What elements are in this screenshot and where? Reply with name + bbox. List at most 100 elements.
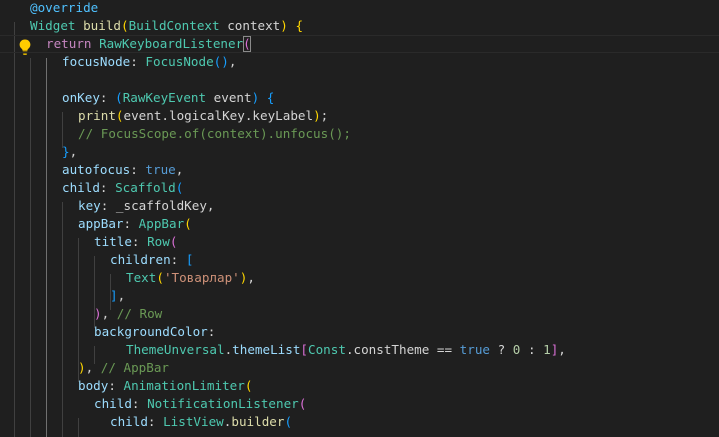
code-text: child: Scaffold( bbox=[62, 179, 183, 197]
code-line[interactable]: backgroundColor: bbox=[0, 323, 719, 341]
code-token: ) bbox=[313, 108, 321, 123]
code-text: onKey: (RawKeyEvent event) { bbox=[62, 89, 274, 107]
code-token: ( bbox=[115, 90, 123, 105]
code-line[interactable]: autofocus: true, bbox=[0, 161, 719, 179]
code-line[interactable]: child: Scaffold( bbox=[0, 179, 719, 197]
code-token: : bbox=[131, 234, 148, 249]
code-token: { bbox=[266, 90, 275, 105]
code-token: event.logicalKey.keyLabel bbox=[123, 108, 314, 123]
code-token: , bbox=[558, 342, 566, 357]
code-line[interactable]: ), // AppBar bbox=[0, 359, 719, 377]
code-text: @override bbox=[30, 0, 98, 17]
code-token: ( bbox=[121, 18, 129, 33]
code-text: ), // AppBar bbox=[78, 359, 169, 377]
code-token: ] bbox=[110, 288, 118, 303]
code-line-current[interactable]: return RawKeyboardListener( bbox=[0, 35, 719, 53]
code-token: ( bbox=[298, 396, 307, 411]
code-line[interactable]: focusNode: FocusNode(), bbox=[0, 53, 719, 71]
code-token: FocusNode bbox=[145, 54, 214, 69]
code-token: @override bbox=[30, 0, 99, 15]
code-token: ( bbox=[156, 270, 164, 285]
code-token: body bbox=[78, 378, 109, 393]
code-token: return bbox=[46, 36, 92, 51]
code-token: ) bbox=[280, 18, 288, 33]
code-token: , bbox=[175, 162, 184, 177]
code-text: children: [ bbox=[110, 251, 193, 269]
code-line[interactable]: appBar: AppBar( bbox=[0, 215, 719, 233]
code-token: ) bbox=[94, 306, 102, 321]
code-token: Row bbox=[147, 234, 170, 249]
code-line[interactable]: }, bbox=[0, 143, 719, 161]
code-token: ; bbox=[320, 108, 329, 123]
code-line[interactable]: child: NotificationListener( bbox=[0, 395, 719, 413]
code-token: : bbox=[170, 252, 186, 267]
code-token: backgroundColor bbox=[94, 324, 208, 339]
code-token: BuildContext bbox=[128, 18, 220, 33]
code-line[interactable]: child: ListView.builder( bbox=[0, 413, 719, 431]
code-token: build bbox=[83, 18, 122, 33]
code-token: { bbox=[295, 18, 304, 33]
code-token: children bbox=[110, 252, 171, 267]
code-token: : bbox=[131, 396, 148, 411]
code-editor[interactable]: @override Widget build(BuildContext conte… bbox=[0, 0, 719, 437]
code-token: event bbox=[206, 90, 252, 105]
code-token: Const bbox=[308, 342, 346, 357]
code-token: : bbox=[147, 414, 164, 429]
code-token: 'Товарлар' bbox=[163, 270, 240, 285]
code-text: return RawKeyboardListener( bbox=[46, 36, 251, 52]
code-token: RawKeyEvent bbox=[122, 90, 207, 105]
code-token: autofocus bbox=[62, 162, 131, 177]
code-token: , bbox=[228, 54, 237, 69]
code-line[interactable]: body: AnimationLimiter( bbox=[0, 377, 719, 395]
code-text: ), // Row bbox=[94, 305, 162, 323]
code-token: NotificationListener bbox=[147, 396, 299, 411]
code-token: : _scaffoldKey, bbox=[100, 198, 215, 213]
code-text: focusNode: FocusNode(), bbox=[62, 53, 236, 71]
code-text: // FocusScope.of(context).unfocus(); bbox=[78, 125, 351, 143]
code-line[interactable]: onKey: (RawKeyEvent event) { bbox=[0, 89, 719, 107]
code-token: ( bbox=[284, 414, 293, 429]
code-line[interactable]: children: [ bbox=[0, 251, 719, 269]
code-token: child bbox=[110, 414, 148, 429]
code-token: context bbox=[219, 18, 281, 33]
code-line[interactable]: title: Row( bbox=[0, 233, 719, 251]
code-line[interactable]: // FocusScope.of(context).unfocus(); bbox=[0, 125, 719, 143]
code-token: 1 bbox=[543, 342, 551, 357]
code-text: Text('Товарлар'), bbox=[126, 269, 255, 287]
code-token: appBar bbox=[78, 216, 124, 231]
code-line[interactable]: ThemeUnversal.themeList[Const.constTheme… bbox=[0, 341, 719, 359]
code-line[interactable]: Widget build(BuildContext context) { bbox=[0, 17, 719, 35]
code-line[interactable]: ), // Row bbox=[0, 305, 719, 323]
code-line[interactable]: Text('Товарлар'), bbox=[0, 269, 719, 287]
code-text: }, bbox=[62, 143, 77, 161]
code-token: ? bbox=[490, 342, 513, 357]
code-token: : bbox=[108, 378, 124, 393]
code-token: : bbox=[130, 54, 146, 69]
code-token: : bbox=[99, 180, 116, 195]
code-text: title: Row( bbox=[94, 233, 177, 251]
code-text: autofocus: true, bbox=[62, 161, 183, 179]
code-text: ThemeUnversal.themeList[Const.constTheme… bbox=[126, 341, 566, 359]
code-token: AnimationLimiter bbox=[123, 378, 245, 393]
code-token: ( bbox=[115, 108, 124, 123]
code-token: ( bbox=[244, 378, 253, 393]
code-token: child bbox=[62, 180, 100, 195]
code-token: , bbox=[69, 144, 78, 159]
code-token: : bbox=[207, 324, 216, 339]
code-text: Widget build(BuildContext context) { bbox=[30, 17, 303, 35]
code-line[interactable]: ], bbox=[0, 287, 719, 305]
code-text: key: _scaffoldKey, bbox=[78, 197, 214, 215]
code-text: child: NotificationListener( bbox=[94, 395, 306, 413]
code-token: [ bbox=[300, 342, 309, 357]
code-token: ListView bbox=[163, 414, 224, 429]
code-line[interactable]: key: _scaffoldKey, bbox=[0, 197, 719, 215]
code-line[interactable]: print(event.logicalKey.keyLabel); bbox=[0, 107, 719, 125]
code-line[interactable]: @override bbox=[0, 0, 719, 17]
code-text: print(event.logicalKey.keyLabel); bbox=[78, 107, 328, 125]
code-token: .constTheme == bbox=[345, 342, 460, 357]
code-line[interactable] bbox=[0, 71, 719, 89]
code-token: ) bbox=[78, 360, 86, 375]
code-token: true bbox=[459, 342, 491, 357]
code-token: print bbox=[78, 108, 116, 123]
